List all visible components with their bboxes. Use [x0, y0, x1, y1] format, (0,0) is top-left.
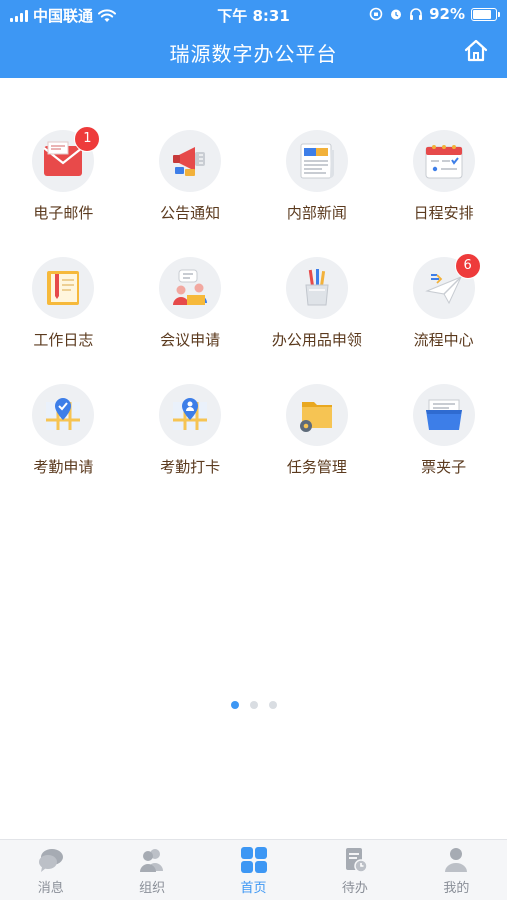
page-indicator	[0, 701, 507, 709]
tab-todo[interactable]: 待办	[304, 840, 405, 900]
page-dot-3[interactable]	[268, 701, 277, 709]
map-check-icon	[46, 398, 81, 430]
notification-badge: 1	[74, 126, 101, 152]
app-label: 流程中心	[413, 331, 474, 349]
app-email[interactable]: 1 电子邮件	[0, 126, 127, 257]
app-label: 公告通知	[160, 204, 221, 222]
app-label: 电子邮件	[33, 204, 94, 222]
app-label: 工作日志	[33, 331, 94, 349]
home-icon[interactable]	[463, 38, 489, 64]
megaphone-icon	[173, 147, 206, 176]
tab-label: 消息	[37, 880, 64, 896]
notification-badge: 6	[454, 253, 481, 279]
people-icon	[140, 848, 164, 872]
tab-messages[interactable]: 消息	[0, 840, 101, 900]
battery-percent: 92%	[429, 5, 465, 23]
alarm-icon	[391, 9, 402, 20]
calendar-icon	[425, 145, 463, 179]
app-attendance-punch[interactable]: 考勤打卡	[127, 384, 254, 511]
bottom-tab-bar: 消息 组织 首页 待办 我的	[0, 839, 507, 900]
tab-label: 首页	[240, 880, 267, 896]
tab-label: 待办	[341, 880, 368, 896]
app-label: 日程安排	[413, 204, 474, 222]
newspaper-icon	[300, 143, 334, 179]
app-meeting-request[interactable]: 会议申请	[127, 257, 254, 384]
app-internal-news[interactable]: 内部新闻	[254, 130, 381, 257]
folder-gear-icon	[299, 402, 332, 432]
headphones-icon	[410, 8, 423, 20]
chat-bubble-icon	[38, 848, 63, 872]
meeting-icon	[173, 269, 208, 305]
app-schedule[interactable]: 日程安排	[380, 130, 507, 257]
status-bar: 中国联通 下午 8:31 92%	[0, 0, 507, 28]
grid-icon	[240, 846, 267, 873]
app-grid: 1 电子邮件 公告通知 内部新闻 日程安排 工作日志 会议申请 办公用品申领 6…	[0, 126, 507, 511]
todo-icon	[345, 847, 368, 873]
app-ticket-folder[interactable]: 票夹子	[380, 384, 507, 511]
pen-holder-icon	[305, 269, 329, 306]
ticket-folder-icon	[425, 399, 462, 430]
notebook-icon	[47, 271, 80, 305]
app-label: 办公用品申领	[271, 331, 362, 349]
app-task-management[interactable]: 任务管理	[254, 384, 381, 511]
top-bar: 中国联通 下午 8:31 92% 瑞源数字办公平台	[0, 0, 507, 78]
page-dot-2[interactable]	[249, 701, 258, 709]
app-label: 会议申请	[160, 331, 221, 349]
app-label: 考勤打卡	[160, 458, 221, 476]
app-office-supplies[interactable]: 办公用品申领	[254, 257, 381, 384]
map-person-icon	[173, 398, 208, 430]
app-label: 票夹子	[421, 458, 467, 476]
app-process-center[interactable]: 6 流程中心	[380, 253, 507, 384]
app-attendance-request[interactable]: 考勤申请	[0, 384, 127, 511]
app-label: 任务管理	[286, 458, 347, 476]
orientation-lock-icon	[369, 7, 383, 21]
tab-organization[interactable]: 组织	[101, 840, 202, 900]
tab-label: 组织	[139, 880, 166, 896]
app-announcements[interactable]: 公告通知	[127, 130, 254, 257]
tab-home[interactable]: 首页	[203, 840, 304, 900]
tab-label: 我的	[443, 880, 470, 896]
page-dot-1[interactable]	[230, 701, 239, 709]
app-work-log[interactable]: 工作日志	[0, 257, 127, 384]
app-label: 考勤申请	[33, 458, 94, 476]
battery-icon	[471, 7, 500, 21]
tab-me[interactable]: 我的	[406, 840, 507, 900]
page-title: 瑞源数字办公平台	[169, 42, 338, 66]
user-icon	[445, 847, 468, 872]
app-label: 内部新闻	[286, 204, 347, 222]
